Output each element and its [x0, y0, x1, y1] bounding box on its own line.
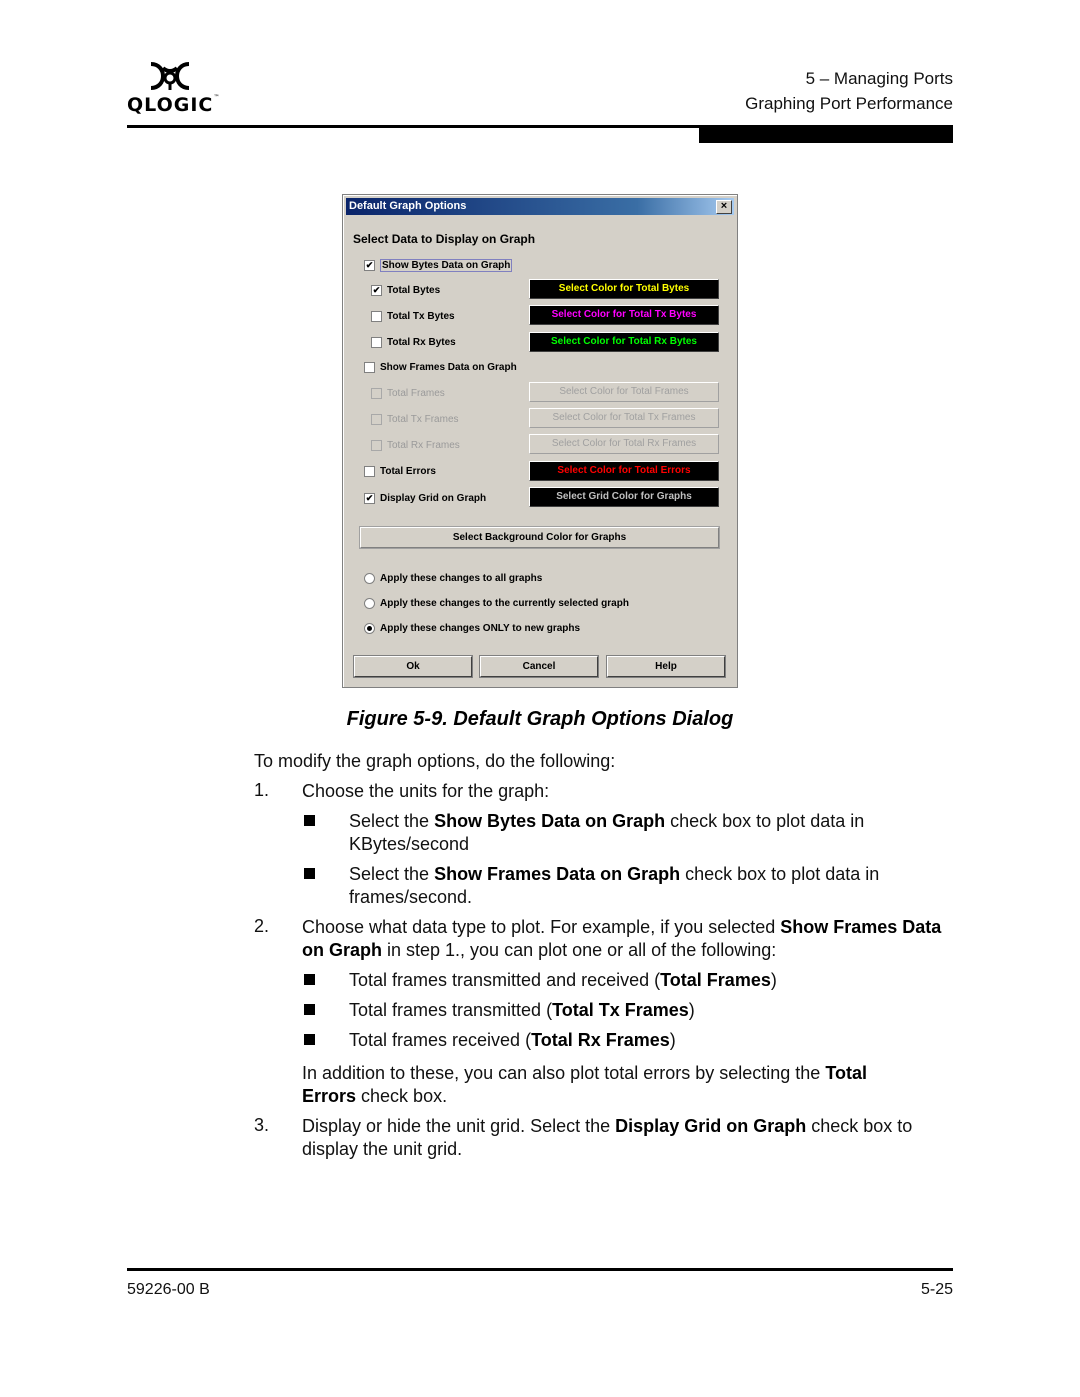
list-item: Total frames transmitted and received (T… — [349, 970, 777, 990]
step-number: 1. — [254, 780, 270, 800]
total-frames-checkbox[interactable]: Total Frames — [371, 388, 445, 399]
step-number: 2. — [254, 916, 270, 936]
checkbox-label: Total Tx Bytes — [387, 311, 455, 322]
checkbox-label: Total Tx Frames — [387, 414, 459, 425]
display-grid-checkbox[interactable]: ✔ Display Grid on Graph — [364, 493, 486, 504]
header-block — [699, 128, 953, 143]
step-text: Choose the units for the graph: — [302, 781, 550, 801]
radio-label: Apply these changes ONLY to new graphs — [380, 623, 581, 634]
step-text: Choose what data type to plot. For examp… — [302, 917, 942, 960]
bullet-icon — [304, 868, 315, 879]
total-tx-bytes-color-button[interactable]: Select Color for Total Tx Bytes — [529, 305, 719, 325]
checkbox-checked-icon: ✔ — [364, 493, 375, 504]
checkbox-unchecked-icon — [364, 362, 375, 373]
show-bytes-checkbox[interactable]: ✔ Show Bytes Data on Graph — [364, 259, 513, 272]
page-number: 5-25 — [920, 1281, 953, 1298]
qlogic-logo: QLOGIC™ — [127, 62, 221, 116]
ok-button[interactable]: Ok — [353, 655, 473, 678]
total-tx-frames-color-button[interactable]: Select Color for Total Tx Frames — [529, 408, 719, 428]
dialog-section-title: Select Data to Display on Graph — [353, 232, 536, 246]
total-rx-frames-checkbox[interactable]: Total Rx Frames — [371, 440, 460, 451]
radio-label: Apply these changes to all graphs — [380, 573, 543, 584]
list-item: Total frames received (Total Rx Frames) — [349, 1030, 676, 1050]
list-item: Select the Show Bytes Data on Graph chec… — [349, 811, 865, 854]
help-button[interactable]: Help — [606, 655, 726, 678]
figure-caption: Figure 5-9. Default Graph Options Dialog — [346, 708, 734, 730]
intro-text: To modify the graph options, do the foll… — [254, 751, 616, 771]
list-item: Total frames transmitted (Total Tx Frame… — [349, 1000, 695, 1020]
total-errors-checkbox[interactable]: Total Errors — [364, 466, 436, 477]
step-number: 3. — [254, 1115, 270, 1135]
checkbox-label: Total Errors — [380, 466, 436, 477]
checkbox-label: Total Rx Bytes — [387, 337, 456, 348]
step-text: Display or hide the unit grid. Select th… — [302, 1116, 913, 1159]
total-bytes-color-button[interactable]: Select Color for Total Bytes — [529, 279, 719, 299]
section-title: Graphing Port Performance — [745, 94, 953, 113]
radio-off-icon — [364, 573, 375, 584]
radio-on-icon — [364, 623, 375, 634]
note-text: In addition to these, you can also plot … — [302, 1063, 867, 1106]
radio-apply-selected[interactable]: Apply these changes to the currently sel… — [364, 598, 629, 609]
total-tx-bytes-checkbox[interactable]: Total Tx Bytes — [371, 311, 455, 322]
grid-color-button[interactable]: Select Grid Color for Graphs — [529, 487, 719, 507]
dialog-title: Default Graph Options — [349, 200, 467, 212]
checkbox-disabled-icon — [371, 388, 382, 399]
checkbox-label: Total Rx Frames — [387, 440, 460, 451]
total-errors-color-button[interactable]: Select Color for Total Errors — [529, 461, 719, 481]
total-rx-bytes-checkbox[interactable]: Total Rx Bytes — [371, 337, 456, 348]
checkbox-unchecked-icon — [364, 466, 375, 477]
checkbox-unchecked-icon — [371, 311, 382, 322]
close-icon[interactable]: × — [716, 200, 732, 214]
checkbox-unchecked-icon — [371, 337, 382, 348]
default-graph-options-dialog: Default Graph Options × Select Data to D… — [342, 194, 738, 688]
radio-label: Apply these changes to the currently sel… — [380, 598, 629, 609]
radio-apply-all[interactable]: Apply these changes to all graphs — [364, 573, 542, 584]
chapter-title: 5 – Managing Ports — [805, 69, 953, 88]
show-frames-checkbox[interactable]: Show Frames Data on Graph — [364, 362, 517, 373]
checkbox-label: Total Bytes — [387, 285, 441, 296]
radio-off-icon — [364, 598, 375, 609]
radio-apply-new[interactable]: Apply these changes ONLY to new graphs — [364, 623, 580, 634]
bullet-icon — [304, 974, 315, 985]
checkbox-label: Total Frames — [387, 388, 445, 399]
checkbox-checked-icon: ✔ — [371, 285, 382, 296]
bullet-icon — [304, 1034, 315, 1045]
checkbox-disabled-icon — [371, 440, 382, 451]
running-header: 5 – Managing Ports Graphing Port Perform… — [745, 66, 953, 116]
list-item: Select the Show Frames Data on Graph che… — [349, 864, 880, 907]
background-color-button[interactable]: Select Background Color for Graphs — [359, 526, 720, 549]
dialog-titlebar: Default Graph Options × — [346, 198, 734, 215]
logo-text: QLOGIC™ — [127, 94, 221, 116]
cancel-button[interactable]: Cancel — [479, 655, 599, 678]
bullet-icon — [304, 1004, 315, 1015]
footer-rule — [127, 1268, 953, 1271]
checkbox-checked-icon: ✔ — [364, 260, 375, 271]
checkbox-label: Show Bytes Data on Graph — [380, 259, 513, 272]
checkbox-label: Show Frames Data on Graph — [380, 362, 517, 373]
bullet-icon — [304, 815, 315, 826]
checkbox-label: Display Grid on Graph — [380, 493, 487, 504]
total-rx-frames-color-button[interactable]: Select Color for Total Rx Frames — [529, 434, 719, 454]
total-bytes-checkbox[interactable]: ✔ Total Bytes — [371, 285, 440, 296]
qlogic-logo-icon — [150, 62, 190, 90]
document-number: 59226-00 B — [127, 1281, 210, 1298]
total-tx-frames-checkbox[interactable]: Total Tx Frames — [371, 414, 459, 425]
total-rx-bytes-color-button[interactable]: Select Color for Total Rx Bytes — [529, 332, 719, 352]
total-frames-color-button[interactable]: Select Color for Total Frames — [529, 382, 719, 402]
checkbox-disabled-icon — [371, 414, 382, 425]
